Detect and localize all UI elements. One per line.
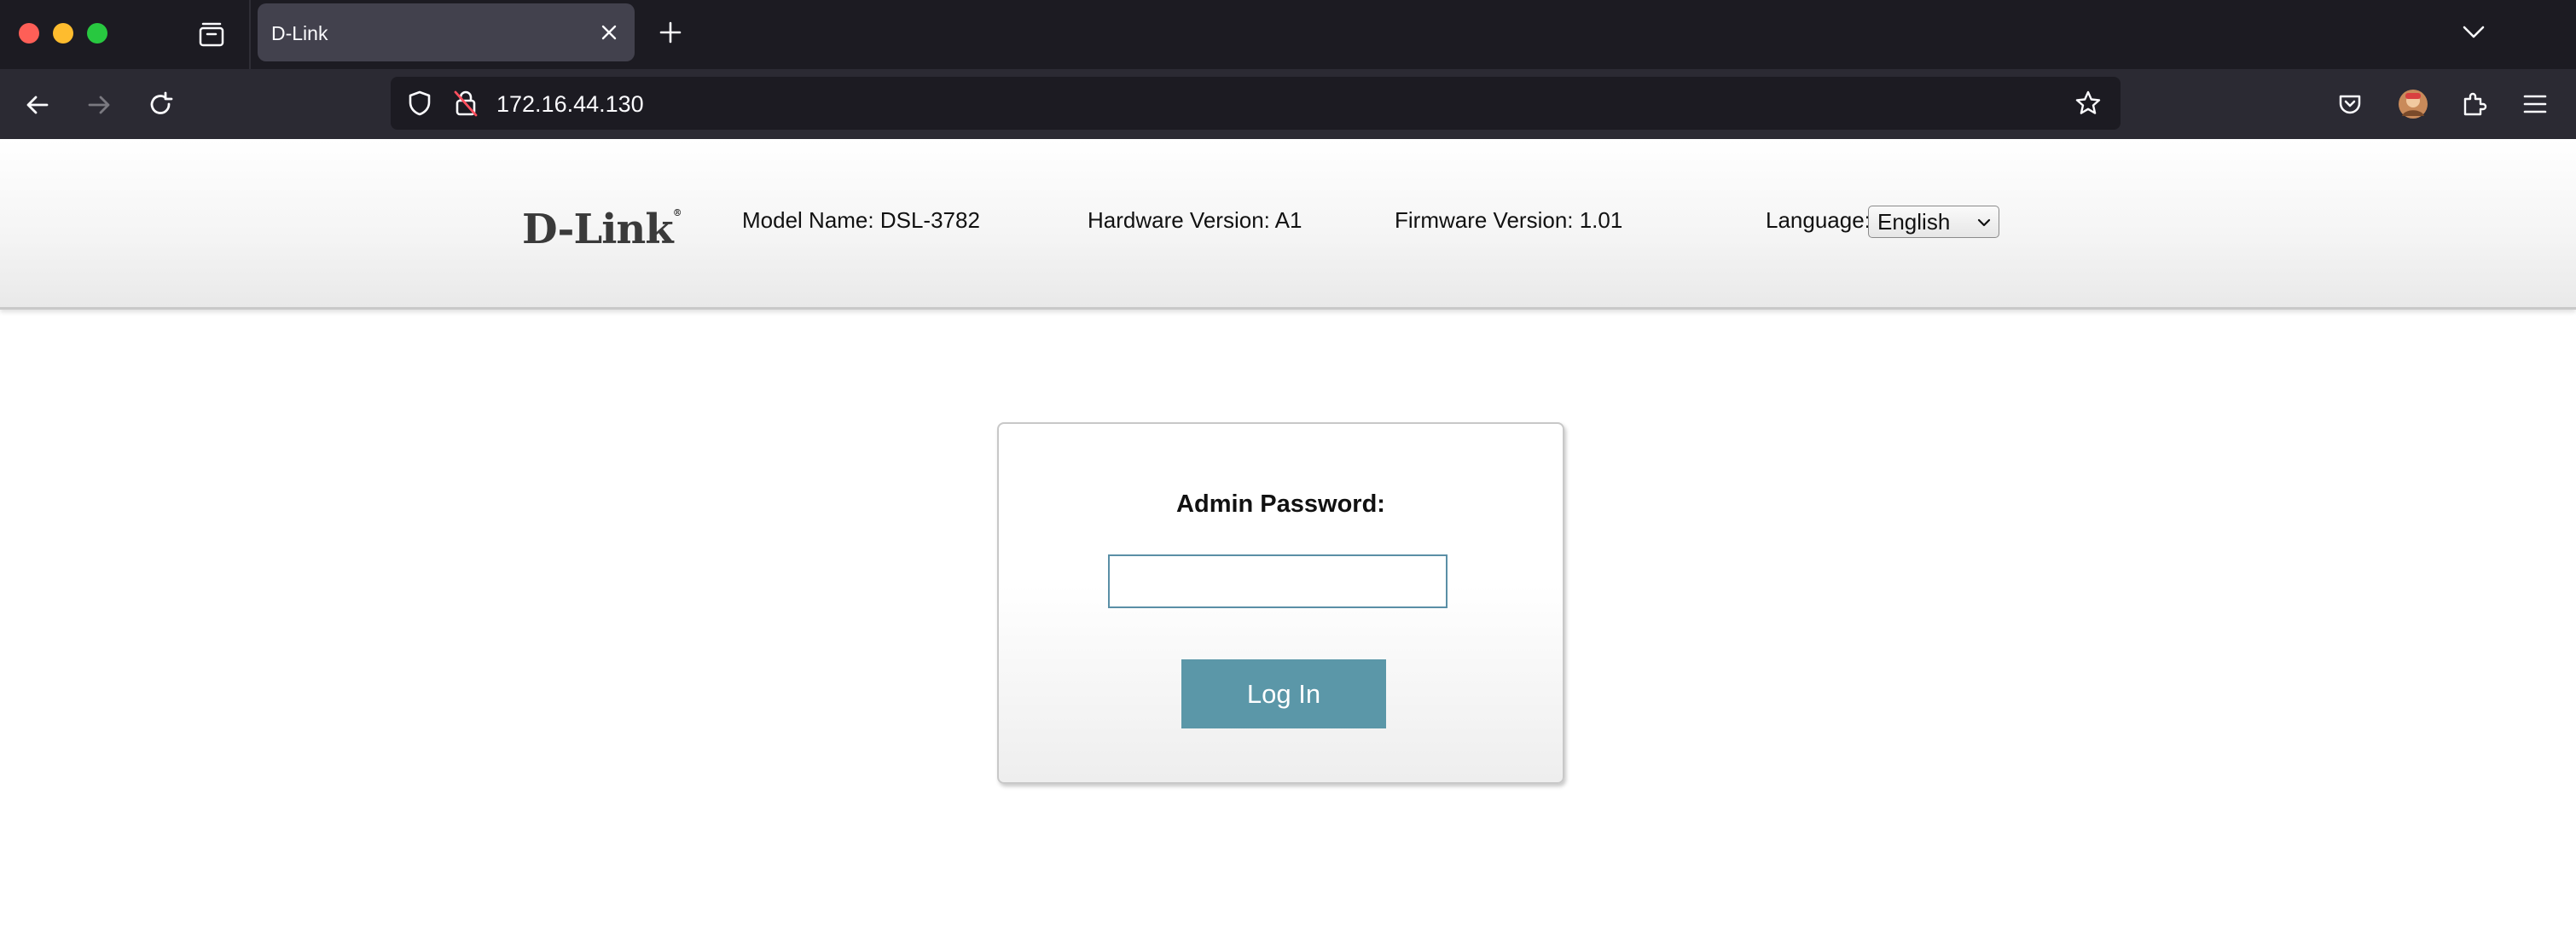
hardware-version: Hardware Version: A1 xyxy=(1088,207,1303,233)
tab-separator xyxy=(249,0,251,69)
language-select[interactable]: English xyxy=(1868,206,1999,238)
insecure-lock-icon[interactable] xyxy=(450,87,481,119)
dlink-logo: D-Link® xyxy=(522,206,682,253)
back-arrow-icon[interactable] xyxy=(20,88,55,122)
extensions-icon[interactable] xyxy=(2457,87,2491,121)
firmware-version: Firmware Version: 1.01 xyxy=(1395,207,1623,233)
language-label: Language: xyxy=(1766,207,1871,233)
model-name: Model Name: DSL-3782 xyxy=(742,207,980,233)
account-avatar-icon[interactable] xyxy=(2395,86,2431,122)
tab-close-icon[interactable] xyxy=(595,19,623,46)
url-bar[interactable]: 172.16.44.130 xyxy=(391,77,2121,130)
new-tab-icon[interactable] xyxy=(655,17,686,48)
bookmark-star-icon[interactable] xyxy=(2073,88,2103,119)
registered-mark-icon: ® xyxy=(672,207,682,218)
router-header: D-Link® Model Name: DSL-3782 Hardware Ve… xyxy=(0,139,2576,310)
admin-password-input[interactable] xyxy=(1108,554,1448,608)
shield-icon[interactable] xyxy=(404,88,435,119)
browser-tab-bar: D-Link xyxy=(0,0,2576,69)
login-button[interactable]: Log In xyxy=(1181,659,1386,728)
url-text[interactable]: 172.16.44.130 xyxy=(496,91,644,118)
pocket-icon[interactable] xyxy=(2334,88,2366,120)
tab-title: D-Link xyxy=(271,22,328,44)
language-selected-value: English xyxy=(1877,209,1951,235)
menu-icon[interactable] xyxy=(2518,87,2552,121)
window-maximize-button[interactable] xyxy=(87,23,107,44)
admin-password-label: Admin Password: xyxy=(1176,490,1385,518)
tab-d-link[interactable]: D-Link xyxy=(258,3,635,61)
reload-icon[interactable] xyxy=(143,88,177,122)
browser-nav-bar: 172.16.44.130 xyxy=(0,69,2576,139)
window-minimize-button[interactable] xyxy=(53,23,73,44)
list-all-tabs-icon[interactable] xyxy=(2458,17,2489,48)
login-panel: Admin Password: Log In xyxy=(997,422,1564,784)
tab-overview-icon[interactable] xyxy=(194,19,229,49)
forward-arrow-icon[interactable] xyxy=(82,88,116,122)
window-close-button[interactable] xyxy=(19,23,39,44)
chevron-down-icon xyxy=(1976,215,1992,230)
